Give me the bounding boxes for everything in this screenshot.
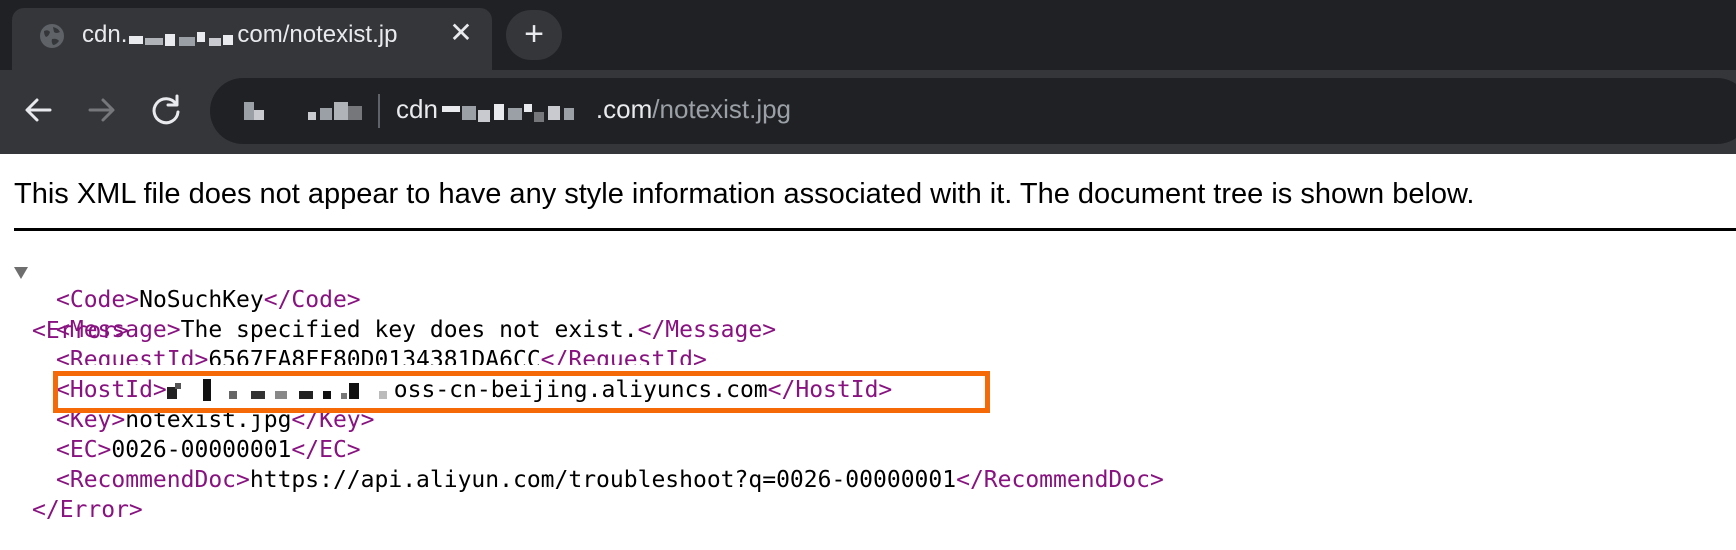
xml-close-tag: </EC> bbox=[291, 437, 361, 463]
url-text[interactable]: cdn .com/notexist.jpg bbox=[396, 94, 791, 125]
omnibox-divider bbox=[378, 94, 380, 128]
xml-value: The specified key does not exist. bbox=[180, 317, 638, 343]
xml-open-tag: <RecommendDoc> bbox=[56, 467, 250, 493]
xml-row-code: <Code>NoSuchKey</Code> bbox=[56, 285, 361, 315]
reload-icon[interactable] bbox=[144, 88, 188, 132]
arrow-right-icon[interactable] bbox=[80, 88, 124, 132]
xml-root-close-line: </Error> bbox=[32, 495, 143, 525]
xml-open-tag: <RequestId> bbox=[56, 347, 209, 365]
xml-open-tag: <Code> bbox=[56, 287, 140, 313]
tab-title-suffix: com/notexist.jp bbox=[237, 21, 398, 48]
notice-divider bbox=[14, 228, 1736, 231]
new-tab-button[interactable]: + bbox=[506, 10, 562, 60]
address-bar[interactable]: cdn .com/notexist.jpg bbox=[210, 78, 1736, 144]
xml-value: 0026-00000001 bbox=[111, 437, 292, 463]
xml-value: NoSuchKey bbox=[139, 287, 264, 313]
xml-style-notice: This XML file does not appear to have an… bbox=[14, 178, 1475, 210]
xml-row-requestid: <RequestId>6567FA8FF80D0134381DA6CC</Req… bbox=[56, 345, 707, 365]
xml-value: https://api.aliyun.com/troubleshoot?q=00… bbox=[249, 467, 957, 493]
arrow-left-icon[interactable] bbox=[16, 88, 60, 132]
xml-value: 6567FA8FF80D0134381DA6CC bbox=[208, 347, 541, 365]
xml-close-tag: </Code> bbox=[263, 287, 361, 313]
globe-icon bbox=[40, 24, 64, 48]
tab-title: cdn. com/notexist.jp bbox=[82, 21, 397, 49]
browser-tab[interactable]: cdn. com/notexist.jp ✕ bbox=[12, 8, 492, 70]
tab-strip: cdn. com/notexist.jp ✕ + bbox=[0, 0, 1736, 70]
redacted-text bbox=[438, 100, 596, 123]
url-prefix: cdn bbox=[396, 94, 438, 124]
site-info-icon[interactable] bbox=[240, 98, 370, 124]
xml-row-message: <Message>The specified key does not exis… bbox=[56, 315, 776, 345]
redacted-text bbox=[127, 27, 237, 46]
xml-close-tag: </RecommendDoc> bbox=[956, 467, 1164, 493]
xml-open-tag: <EC> bbox=[56, 437, 112, 463]
url-domain-suffix: .com bbox=[595, 94, 653, 124]
tab-title-prefix: cdn. bbox=[82, 21, 128, 48]
url-path: /notexist.jpg bbox=[652, 94, 792, 124]
collapse-triangle-icon[interactable] bbox=[14, 267, 28, 279]
hostid-highlight-box bbox=[53, 371, 990, 413]
xml-row-ec: <EC>0026-00000001</EC> bbox=[56, 435, 361, 465]
xml-open-tag: <Message> bbox=[56, 317, 181, 343]
xml-close-tag: </Message> bbox=[637, 317, 777, 343]
browser-toolbar: cdn .com/notexist.jpg bbox=[0, 70, 1736, 154]
xml-root-close-tag: </Error> bbox=[32, 497, 143, 523]
tab-close-button[interactable]: ✕ bbox=[446, 18, 476, 48]
xml-close-tag: </RequestId> bbox=[540, 347, 707, 365]
xml-row-recommenddoc: <RecommendDoc>https://api.aliyun.com/tro… bbox=[56, 465, 1164, 495]
xml-root-open-line: <Error> bbox=[0, 256, 200, 344]
